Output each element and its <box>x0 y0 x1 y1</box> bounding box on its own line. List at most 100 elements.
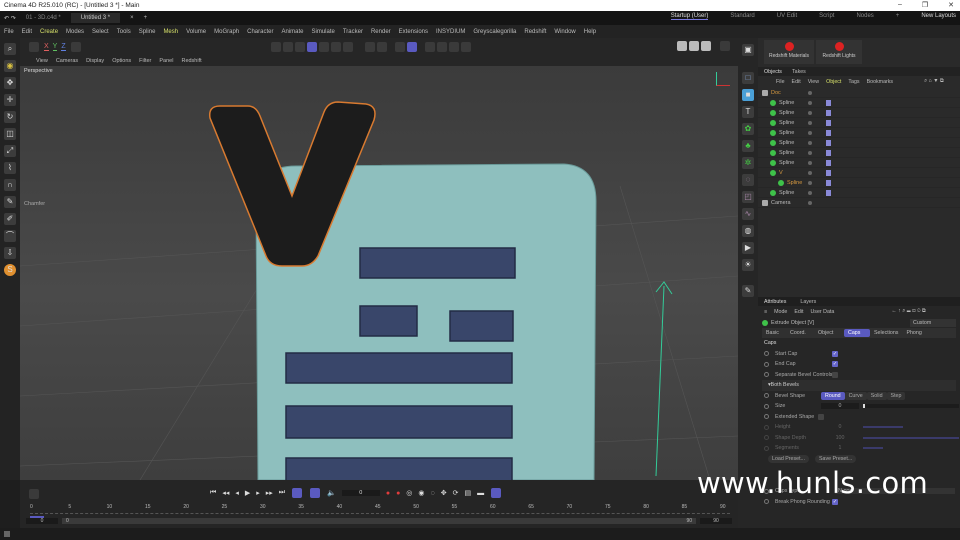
light-icon[interactable]: ☀ <box>742 259 754 271</box>
object-mode-icon[interactable] <box>307 42 317 52</box>
bevel-curve[interactable]: Curve <box>844 391 867 400</box>
menu-edit[interactable]: Edit <box>22 29 32 35</box>
menu-modes[interactable]: Modes <box>66 29 84 35</box>
subtab-coord[interactable]: Coord. <box>786 329 814 337</box>
viewport-solo-icon[interactable] <box>437 42 447 52</box>
quantize-icon[interactable] <box>377 42 387 52</box>
menu-select[interactable]: Select <box>92 29 109 35</box>
sound-icon[interactable]: 🔈 <box>327 489 336 497</box>
objects-menu-edit[interactable]: Edit <box>792 79 801 85</box>
menu-create[interactable]: Create <box>40 29 58 35</box>
workplane-icon[interactable] <box>407 42 417 52</box>
objects-menu-tags[interactable]: Tags <box>848 79 859 85</box>
autokey-icon[interactable]: ● <box>396 490 400 497</box>
viewport-menu-options[interactable]: Options <box>112 58 131 64</box>
object-row[interactable]: Spline <box>758 118 960 128</box>
tab-attributes[interactable]: Attributes <box>764 299 786 305</box>
grid-icon[interactable] <box>395 42 405 52</box>
end-frame-field[interactable]: 90 <box>700 518 732 524</box>
paint-tool-icon[interactable]: ✐ <box>4 213 16 225</box>
tab-objects[interactable]: Objects <box>764 69 782 75</box>
environment-icon[interactable]: ◍ <box>742 225 754 237</box>
keyframe-mode-icon[interactable] <box>29 489 39 499</box>
object-row[interactable]: Spline <box>758 98 960 108</box>
end-cap-checkbox[interactable]: ✓ <box>832 361 838 368</box>
visibility-dot[interactable] <box>808 200 812 205</box>
magnet-tool-icon[interactable]: ∩ <box>4 179 16 191</box>
phong-tag-icon[interactable] <box>826 179 831 186</box>
visibility-dot[interactable] <box>808 150 812 155</box>
keyframe-icon[interactable] <box>764 499 769 505</box>
menu-file[interactable]: File <box>4 29 14 35</box>
maximize-button[interactable]: ❐ <box>922 1 928 9</box>
search-icon[interactable]: ⌕ <box>4 43 16 55</box>
close-tab-icon[interactable]: × <box>130 15 134 21</box>
layout-script[interactable]: Script <box>819 13 834 20</box>
knife-tool-icon[interactable]: ⌇ <box>4 162 16 174</box>
texture-mode-icon[interactable] <box>319 42 329 52</box>
keyframe-icon[interactable] <box>764 414 769 420</box>
scale-tool-icon[interactable]: ◫ <box>4 128 16 140</box>
viewport-menu-redshift[interactable]: Redshift <box>181 58 201 64</box>
menu-greyscalegorilla[interactable]: Greyscalegorilla <box>473 29 516 35</box>
render-settings-icon[interactable] <box>461 42 471 52</box>
key-param-icon[interactable]: ⟳ <box>453 489 459 497</box>
layout-icon[interactable]: ▣ <box>742 44 754 56</box>
menu-tools[interactable]: Tools <box>117 29 131 35</box>
keyframe-icon[interactable] <box>764 393 769 399</box>
tab-takes[interactable]: Takes <box>792 69 806 75</box>
select-tool-icon[interactable]: ◉ <box>4 60 16 72</box>
phong-tag-icon[interactable] <box>826 139 831 146</box>
axis-z-lock[interactable]: Z <box>61 43 66 51</box>
minimize-button[interactable]: – <box>898 1 902 9</box>
range-icon[interactable] <box>310 488 321 498</box>
phong-tag-icon[interactable] <box>826 149 831 156</box>
subtab-object[interactable]: Object <box>814 329 844 337</box>
menu-mograph[interactable]: MoGraph <box>214 29 239 35</box>
visibility-dot[interactable] <box>808 190 812 195</box>
menu-extensions[interactable]: Extensions <box>399 29 428 35</box>
new-tab-icon[interactable]: + <box>144 15 148 21</box>
layout-startup[interactable]: Startup (User) <box>670 13 709 20</box>
viewport-menu-display[interactable]: Display <box>86 58 104 64</box>
object-row[interactable]: Spline <box>758 178 960 188</box>
key-rot-icon[interactable]: ◌ <box>431 490 435 497</box>
attr-menu-user-data[interactable]: User Data <box>810 309 834 315</box>
keyframe-icon[interactable] <box>764 351 769 357</box>
visibility-dot[interactable] <box>808 100 812 105</box>
viewport-menu-cameras[interactable]: Cameras <box>56 58 78 64</box>
key-scale-icon[interactable]: ▬ <box>477 490 484 497</box>
new-layouts-toggle[interactable]: New Layouts <box>921 13 956 20</box>
go-to-end-icon[interactable]: ⏭ <box>279 489 285 497</box>
range-slider[interactable]: 0 90 <box>62 518 696 524</box>
next-key-icon[interactable]: ▸▸ <box>266 489 273 497</box>
menu-mesh[interactable]: Mesh <box>163 29 178 35</box>
text-icon[interactable]: T <box>742 106 754 118</box>
viewport-perspective[interactable]: Perspective Chamfer <box>20 66 738 480</box>
phong-tag-icon[interactable] <box>826 129 831 136</box>
cube-icon[interactable]: □ <box>742 72 754 84</box>
keyframe-icon[interactable] <box>764 372 769 378</box>
phong-tag-icon[interactable] <box>826 119 831 126</box>
snap-icon[interactable] <box>365 42 375 52</box>
key-move-icon[interactable]: ✥ <box>441 489 447 497</box>
hamburger-icon[interactable]: ≡ <box>764 309 767 315</box>
primitive-cube-icon[interactable]: ■ <box>742 89 754 101</box>
visibility-dot[interactable] <box>808 140 812 145</box>
menu-insydium[interactable]: INSYDIUM <box>436 29 465 35</box>
attributes-edit-icon[interactable]: ✎ <box>742 285 754 297</box>
next-frame-icon[interactable]: ▸ <box>256 489 260 497</box>
tab-01-3d[interactable]: 01 - 3D.c4d * <box>26 15 61 21</box>
prev-frame-icon[interactable]: ◂ <box>235 489 239 497</box>
spline-icon[interactable]: ∿ <box>742 208 754 220</box>
play-icon[interactable]: ▶ <box>245 489 250 497</box>
visibility-dot[interactable] <box>808 90 812 95</box>
object-row[interactable]: Camera <box>758 198 960 208</box>
object-row[interactable]: V <box>758 168 960 178</box>
shape-depth-field[interactable]: 100 <box>821 435 859 441</box>
move-tool-icon[interactable]: ✛ <box>4 94 16 106</box>
brush-tool-icon[interactable]: ✎ <box>4 196 16 208</box>
phong-tag-icon[interactable] <box>826 99 831 106</box>
visibility-dot[interactable] <box>808 110 812 115</box>
axis-mode-icon[interactable] <box>331 42 341 52</box>
